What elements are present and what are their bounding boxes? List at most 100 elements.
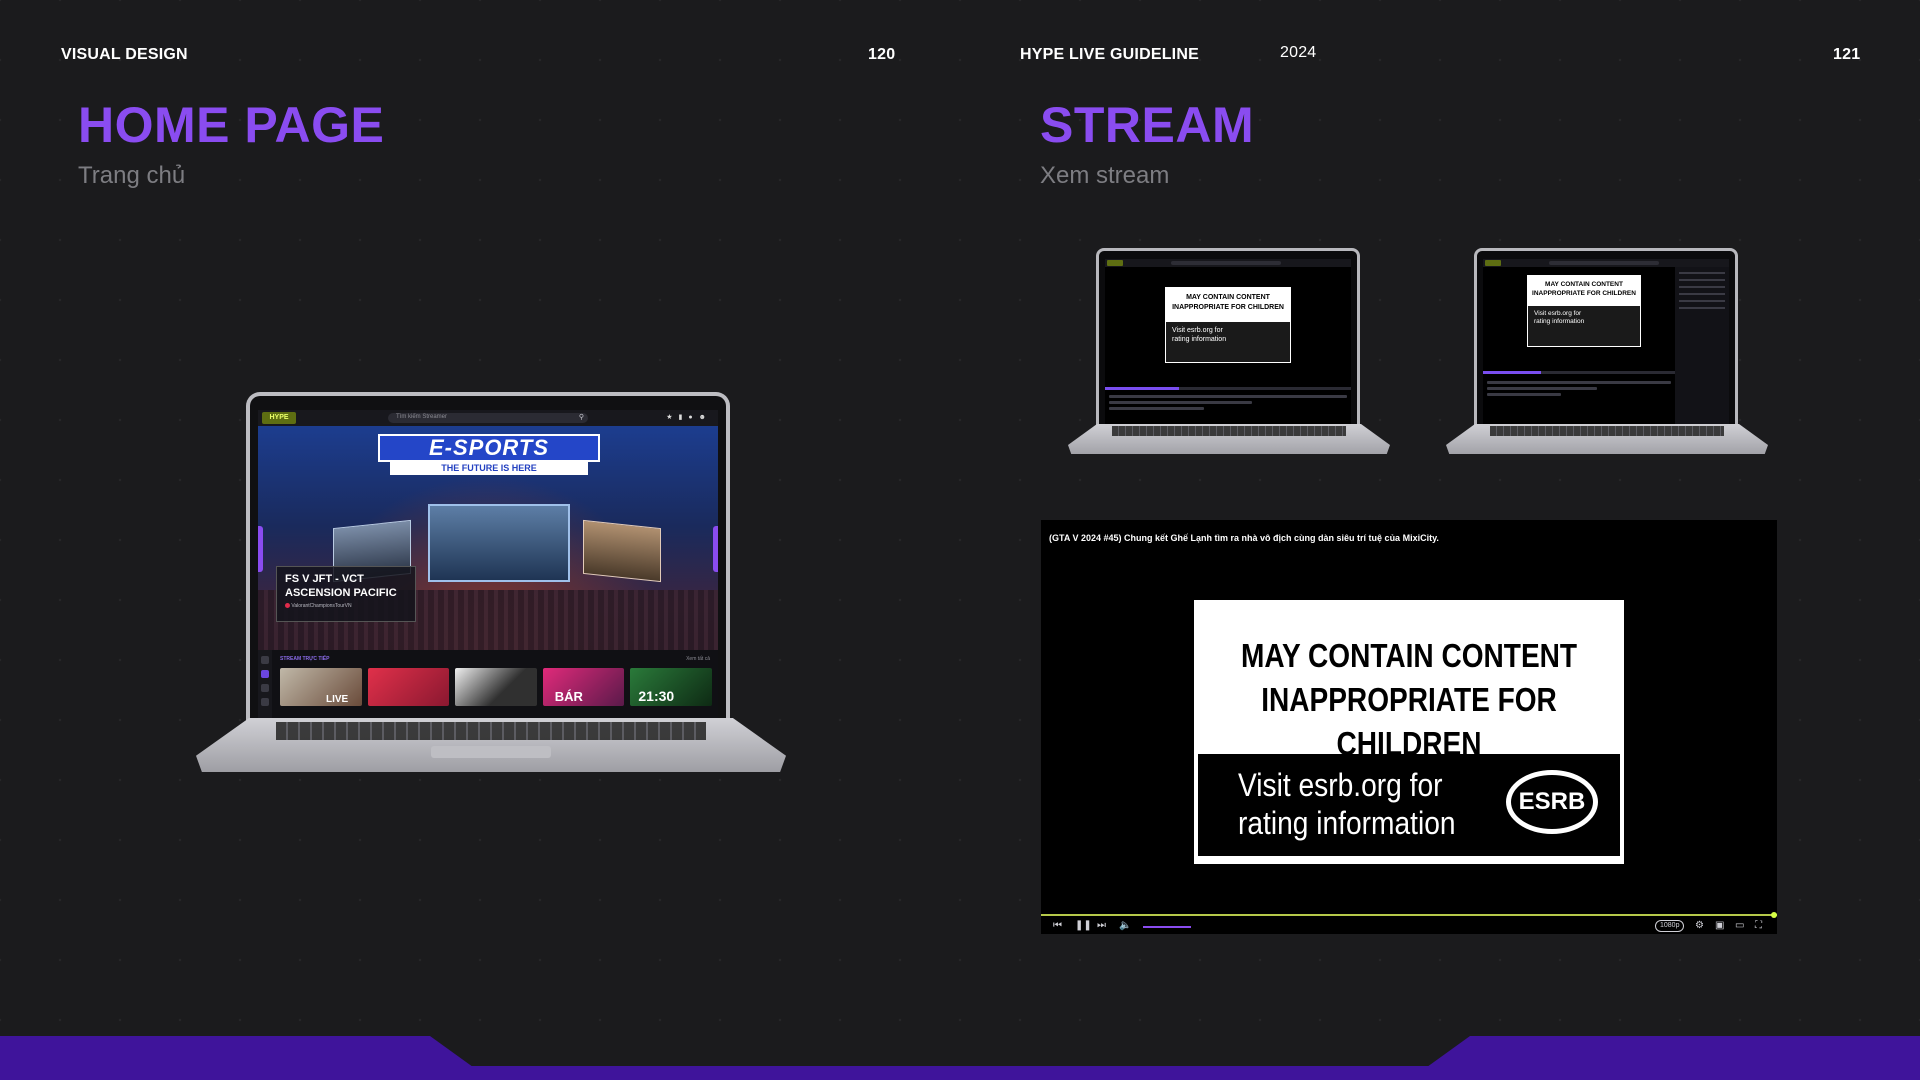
year-label: 2024 [1280,44,1317,61]
stream-screen: MAY CONTAIN CONTENT INAPPROPRIATE FOR CH… [1105,259,1351,426]
esrb-warning: MAY CONTAIN CONTENT INAPPROPRIATE FOR CH… [1229,604,1589,762]
fullscreen-icon[interactable]: ⛶ [1755,920,1762,931]
progress-handle[interactable] [1771,912,1777,918]
esrb-notice: MAY CONTAIN CONTENT INAPPROPRIATE FOR CH… [1194,600,1624,864]
banner-next-button[interactable] [713,526,718,572]
stream-info [1109,395,1347,426]
search-icon[interactable]: ⚲ [579,413,584,421]
hero-banner[interactable]: E-SPORTS THE FUTURE IS HERE FS V JFT - V… [258,426,718,650]
thumbnail-text: BÁR [554,689,583,704]
view-all-link[interactable]: Xem tất cả [686,656,710,662]
featured-stream-title: FS V JFT - VCT ASCENSION PACIFIC [285,573,397,599]
chat-panel[interactable] [1675,267,1729,426]
side-nav [258,650,272,722]
esrb-line-2: INAPPROPRIATE FOR CHILDREN [1261,681,1557,762]
stream-screen-with-chat: MAY CONTAIN CONTENT INAPPROPRIATE FOR CH… [1483,259,1729,426]
bottom-band-notch [430,1036,1470,1066]
volume-slider[interactable] [1143,926,1191,928]
stream-thumbnail[interactable]: BÁR [542,668,625,706]
home-page-title: HOME PAGE [78,97,385,153]
arena-screen-right [583,519,661,583]
player-controls: ⏮ ❚❚ ⏭ 🔈 1080p ⚙ ▣ ▭ ⛶ [1049,920,1769,934]
home-topbar: HYPE LIVE Tìm kiếm Streamer ⚲ ★▮●☻ [258,410,718,433]
esrb-visit-line-1: Visit esrb.org for [1172,327,1223,334]
esrb-warning: MAY CONTAIN CONTENT INAPPROPRIATE FOR CH… [1528,276,1640,306]
home-screen: HYPE LIVE Tìm kiếm Streamer ⚲ ★▮●☻ E-SPO… [258,410,718,722]
stream-thumbnail[interactable] [367,668,450,706]
arena-main-screen [428,504,570,582]
esrb-visit-line-2: rating information [1238,805,1456,841]
hype-live-logo[interactable] [1485,260,1501,266]
player-progress[interactable] [1105,387,1351,390]
page-number-right: 121 [1833,46,1861,63]
home-search-input[interactable]: Tìm kiếm Streamer ⚲ [388,413,588,423]
laptop-keyboard [1490,426,1724,436]
laptop-lid: MAY CONTAIN CONTENT INAPPROPRIATE FOR CH… [1474,248,1738,426]
video-progress-bar[interactable] [1041,914,1777,916]
pause-icon[interactable]: ❚❚ [1075,920,1092,931]
esrb-line-1: MAY CONTAIN CONTENT [1545,281,1623,288]
hype-live-logo[interactable] [1107,260,1123,266]
home-laptop-mockup: HYPE LIVE Tìm kiếm Streamer ⚲ ★▮●☻ E-SPO… [196,392,786,772]
stream-thumbnail[interactable] [455,668,537,706]
esrb-notice-small: MAY CONTAIN CONTENT INAPPROPRIATE FOR CH… [1527,275,1641,347]
search-input[interactable] [1549,261,1659,265]
esrb-line-2: INAPPROPRIATE FOR CHILDREN [1532,290,1636,297]
skip-back-icon[interactable]: ⏮ [1053,920,1062,931]
home-page-subtitle: Trang chủ [78,162,186,189]
menu-icon[interactable] [261,656,269,664]
volume-icon[interactable]: 🔈 [1119,920,1131,931]
stream-laptop-mockup-2: MAY CONTAIN CONTENT INAPPROPRIATE FOR CH… [1446,248,1768,454]
laptop-lid: MAY CONTAIN CONTENT INAPPROPRIATE FOR CH… [1096,248,1360,426]
banner-prev-button[interactable] [258,526,263,572]
esrb-visit-text: Visit esrb.org for rating information [1238,766,1456,842]
esports-heading: E-SPORTS THE FUTURE IS HERE [378,434,600,475]
live-label: LIVE [326,694,349,705]
gear-icon[interactable] [261,684,269,692]
laptop-keyboard [1112,426,1346,436]
stream-topbar [1105,259,1351,267]
thumbnail-time: 21:30 [638,688,675,704]
page-number-left: 120 [868,46,896,63]
stream-thumbnails: LIVE BÁR 21:30 [280,668,712,708]
featured-stream-card[interactable]: FS V JFT - VCT ASCENSION PACIFIC Valoran… [276,566,416,622]
home-icon[interactable] [261,670,269,678]
player-progress[interactable] [1483,371,1675,374]
esrb-visit: Visit esrb.org for rating information [1528,306,1640,330]
gear-icon[interactable]: ⚙ [1695,920,1704,931]
video-player[interactable]: (GTA V 2024 #45) Chung kết Ghế Lạnh tìm … [1041,520,1777,934]
stream-thumbnail[interactable]: 21:30 [630,668,712,706]
search-placeholder: Tìm kiếm Streamer [396,414,448,420]
esrb-visit-block: Visit esrb.org for rating information ES… [1198,754,1620,856]
quality-button[interactable]: 1080p [1655,920,1685,932]
featured-channel-name: ValorantChampionsTourVN [291,603,352,609]
esrb-visit: Visit esrb.org for rating information [1166,322,1290,348]
pip-icon[interactable]: ▣ [1715,920,1724,931]
esrb-visit-line-1: Visit esrb.org for [1534,310,1582,317]
esrb-notice-small: MAY CONTAIN CONTENT INAPPROPRIATE FOR CH… [1165,287,1291,363]
live-dot-icon [285,603,290,609]
stream-title: STREAM [1040,97,1255,153]
esrb-visit-line-2: rating information [1172,336,1227,343]
theater-icon[interactable]: ▭ [1735,920,1744,931]
heart-icon[interactable] [261,698,269,706]
guideline-label: HYPE LIVE GUIDELINE [1020,46,1199,63]
stream-list-section: STREAM TRỰC TIẾP Xem tất cả LIVE BÁR 21:… [258,650,718,722]
stream-subtitle: Xem stream [1040,162,1170,189]
esports-tagline: THE FUTURE IS HERE [390,462,588,475]
section-label: VISUAL DESIGN [61,46,188,63]
laptop-keyboard [276,722,706,740]
skip-forward-icon[interactable]: ⏭ [1097,920,1106,931]
featured-stream-channel: ValorantChampionsTourVN [285,603,407,609]
stream-info [1487,381,1671,421]
laptop-lid: HYPE LIVE Tìm kiếm Streamer ⚲ ★▮●☻ E-SPO… [246,392,730,722]
stream-thumbnail[interactable]: LIVE [280,668,362,706]
laptop-trackpad [431,746,551,758]
esrb-visit-line-1: Visit esrb.org for [1238,767,1443,803]
esrb-warning: MAY CONTAIN CONTENT INAPPROPRIATE FOR CH… [1166,288,1290,322]
hype-live-logo[interactable]: HYPE LIVE [262,412,296,433]
topbar-icons[interactable]: ★▮●☻ [666,413,712,421]
esrb-logo: ESRB [1506,770,1598,834]
search-input[interactable] [1171,261,1281,265]
stream-laptop-mockup-1: MAY CONTAIN CONTENT INAPPROPRIATE FOR CH… [1068,248,1390,454]
